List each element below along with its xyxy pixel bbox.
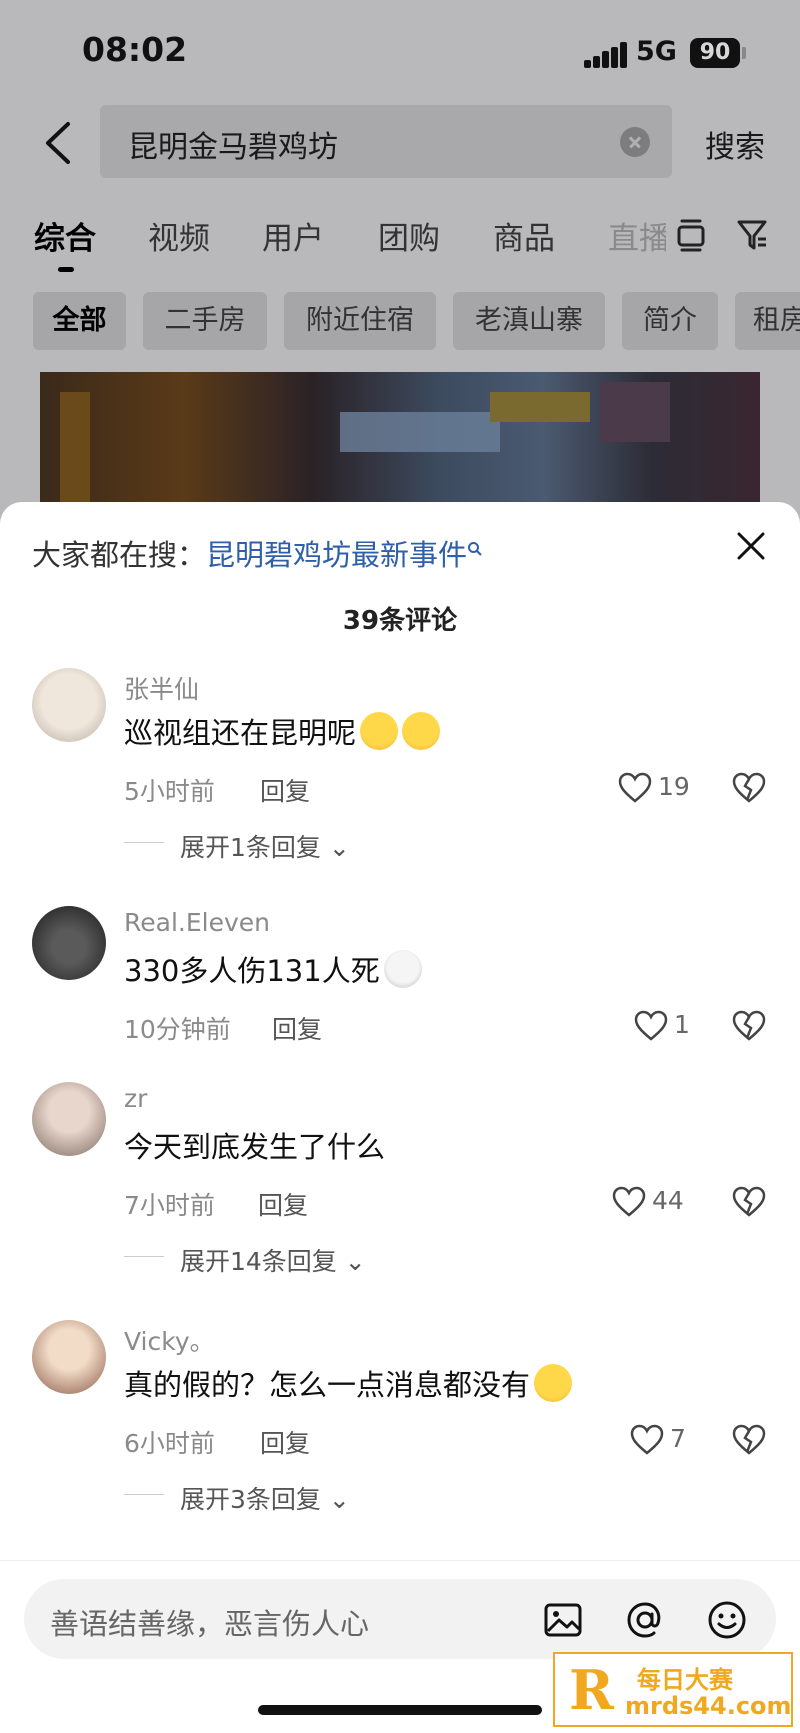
reply-button[interactable]: 回复 [260,1424,310,1460]
expand-replies[interactable]: 展开3条回复 ⌄ [180,1480,350,1516]
battery-icon: 90 [690,38,740,68]
avatar[interactable] [32,668,106,742]
emoji-icon[interactable] [706,1599,748,1641]
dislike-broken-heart-icon[interactable] [732,1424,766,1458]
like-count: 7 [670,1424,686,1453]
avatar[interactable] [32,1082,106,1156]
search-button[interactable]: 搜索 [705,122,765,166]
chevron-down-icon: ⌄ [328,1485,350,1514]
comment-username[interactable]: zr [124,1084,147,1113]
like-count: 19 [658,772,690,801]
search-small-icon[interactable] [467,538,483,572]
comment-input[interactable]: 善语结善缘，恶言伤人心 [24,1579,776,1659]
comment-text: 巡视组还在昆明呢 [124,710,441,752]
filter-icon[interactable] [736,217,767,253]
watermark-logo: R 每日大赛 mrds44.com [553,1652,793,1727]
status-time: 08:02 [82,30,188,69]
avatar[interactable] [32,906,106,980]
tab-video[interactable]: 视频 [148,213,210,258]
tab-live[interactable]: 直播 [608,213,666,258]
heart-icon [618,772,652,803]
comment-text: 330多人伤131人死 [124,948,422,990]
close-icon[interactable] [735,530,767,562]
expand-replies[interactable]: 展开14条回复 ⌄ [180,1242,366,1278]
expand-replies[interactable]: 展开1条回复 ⌄ [180,828,350,864]
search-query: 昆明金马碧鸡坊 [128,130,338,165]
tab-group-buy[interactable]: 团购 [378,213,440,258]
video-thumbnail[interactable] [40,372,760,512]
like-button[interactable]: 44 [612,1186,702,1220]
laughing-emoji [402,712,441,750]
comment-time: 6小时前 [124,1429,215,1458]
expand-divider [124,1256,164,1257]
image-icon[interactable] [542,1599,584,1641]
watermark-letter: R [569,1658,614,1722]
crying-emoji [534,1364,573,1402]
chip-all[interactable]: 全部 [33,292,126,350]
comment-username[interactable]: 张半仙 [124,670,199,706]
like-button[interactable]: 7 [630,1424,700,1458]
signal-icon [584,42,627,68]
mention-icon[interactable] [624,1599,666,1641]
reply-button[interactable]: 回复 [272,1010,322,1046]
heart-icon [612,1186,646,1217]
comment-text: 今天到底发生了什么 [124,1130,386,1164]
chip-nearby-stay[interactable]: 附近住宿 [284,292,436,350]
comment-time: 10分钟前 [124,1015,231,1044]
watermark-url: mrds44.com [625,1692,792,1720]
heart-icon [630,1424,664,1455]
comment-time: 5小时前 [124,777,215,806]
tab-goods[interactable]: 商品 [493,213,555,258]
trending-prefix: 大家都在搜： [32,538,207,572]
dislike-broken-heart-icon[interactable] [732,772,766,806]
comment-username[interactable]: Vicky。 [124,1322,215,1358]
tab-users[interactable]: 用户 [262,213,324,258]
tab-comprehensive[interactable]: 综合 [34,213,96,258]
search-input[interactable]: 昆明金马碧鸡坊 [100,105,672,178]
status-bar: 08:02 5G 90 [0,0,800,100]
reply-button[interactable]: 回复 [258,1186,308,1222]
comment-input-placeholder: 善语结善缘，恶言伤人心 [50,1607,370,1641]
comment-text: 真的假的？怎么一点消息都没有 [124,1362,573,1404]
like-count: 44 [652,1186,684,1215]
laughing-emoji [360,712,399,750]
watermark-title: 每日大赛 [637,1666,733,1694]
reply-button[interactable]: 回复 [260,772,310,808]
chevron-down-icon: ⌄ [328,833,350,862]
like-count: 1 [674,1010,690,1039]
comment-count: 39条评论 [342,606,458,636]
heart-icon [634,1010,668,1041]
comment-time: 7小时前 [124,1191,215,1220]
avatar[interactable] [32,1320,106,1394]
dislike-broken-heart-icon[interactable] [732,1186,766,1220]
trending-search-link[interactable]: 昆明碧鸡坊最新事件 [206,538,467,572]
clear-icon[interactable] [620,127,650,157]
back-arrow-icon[interactable] [40,118,80,168]
dislike-broken-heart-icon[interactable] [732,1010,766,1044]
layout-toggle-icon[interactable] [676,217,706,253]
chip-laodian-shanzhai[interactable]: 老滇山寨 [453,292,605,350]
like-button[interactable]: 19 [618,772,698,806]
trending-search: 大家都在搜：昆明碧鸡坊最新事件 [32,532,483,574]
like-button[interactable]: 1 [634,1010,704,1044]
result-tabs: 综合 视频 用户 团购 商品 直播 [0,205,800,275]
chevron-down-icon: ⌄ [344,1247,366,1276]
active-tab-indicator [58,267,74,272]
chip-second-hand-house[interactable]: 二手房 [143,292,267,350]
shocked-emoji [383,950,422,988]
comment-username[interactable]: Real.Eleven [124,908,270,937]
home-indicator [258,1705,542,1715]
expand-divider [124,1494,164,1495]
chip-intro[interactable]: 简介 [622,292,718,350]
expand-divider [124,842,164,843]
battery-tip [742,47,746,59]
network-type: 5G [636,36,677,67]
comment-sheet: 大家都在搜：昆明碧鸡坊最新事件 39条评论 张半仙 巡视组还在昆明呢 5小时前 … [0,502,800,1733]
chip-rent[interactable]: 租房 [735,292,800,350]
